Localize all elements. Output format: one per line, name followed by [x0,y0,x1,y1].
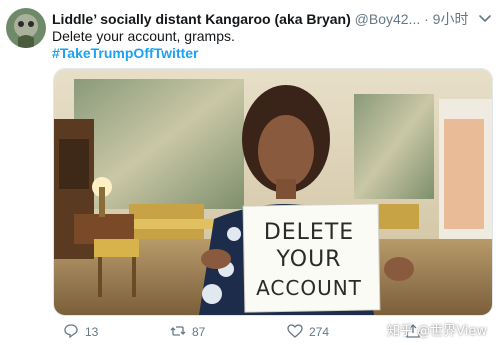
protest-sign: DELETE YOUR ACCOUNT [242,203,381,313]
reply-button[interactable]: 13 [63,322,98,342]
user-handle[interactable]: @Boy42... [355,11,421,27]
timestamp[interactable]: 9小时 [433,11,469,27]
sign-line-2: YOUR [276,247,342,272]
hashtag-link[interactable]: #TakeTrumpOffTwitter [52,45,199,62]
sign-line-1: DELETE [264,220,354,245]
heart-icon [287,323,309,342]
watermark: 知乎 @世界View [387,324,487,339]
retweet-button[interactable]: 87 [170,322,205,342]
tweet-text: Delete your account, gramps. [52,28,235,44]
photo-illustration: DELETE YOUR ACCOUNT [54,69,492,315]
sign-line-3: ACCOUNT [256,276,362,300]
tweet-photo[interactable]: DELETE YOUR ACCOUNT [53,68,493,316]
reply-count: 13 [85,325,99,339]
chevron-down-icon[interactable] [477,10,493,26]
avatar[interactable] [6,8,46,48]
like-button[interactable]: 274 [287,322,329,342]
tweet-header: Liddle’ socially distant Kangaroo (aka B… [52,10,492,28]
tweet[interactable]: Liddle’ socially distant Kangaroo (aka B… [0,0,499,345]
retweet-count: 87 [192,325,206,339]
like-count: 274 [309,325,330,339]
retweet-icon [170,323,192,342]
display-name[interactable]: Liddle’ socially distant Kangaroo (aka B… [52,11,351,27]
separator-dot: · [424,11,429,27]
reply-icon [63,323,85,342]
